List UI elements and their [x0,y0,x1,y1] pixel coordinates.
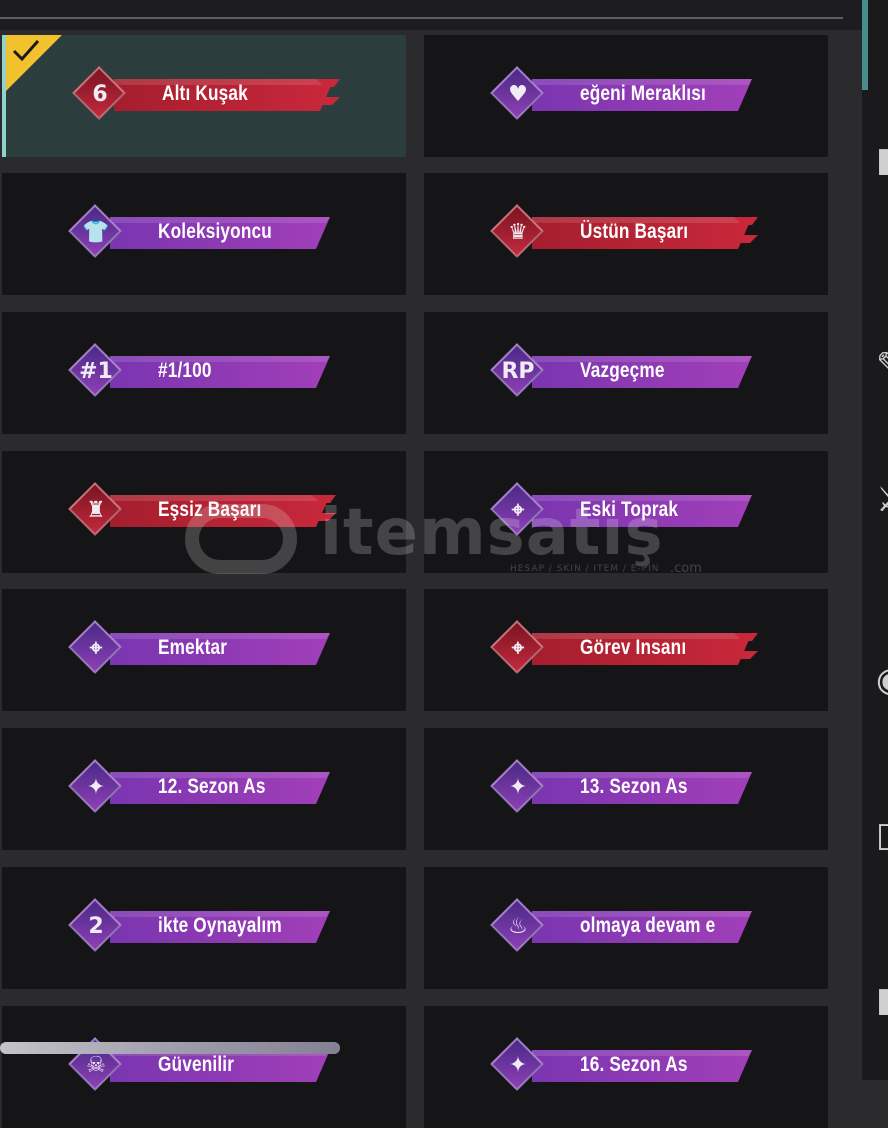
rp-wings-icon: RP [501,358,535,384]
top-divider [0,17,843,19]
title-label: Altı Kuşak [162,82,248,105]
title-badge: ⌖ Emektar [68,620,342,674]
selected-checkmark-icon [6,35,62,91]
flexing-figure-icon: ♜ [86,497,106,523]
title-badge: ♨ olmaya devam e [490,898,764,952]
side-tab-icon[interactable]: ▮ [876,140,888,180]
title-card[interactable]: 👕 Koleksiyoncu [2,173,406,295]
title-badge: ♜ Eşsiz Başarı [68,482,342,536]
title-badge: ✦ 16. Sezon As [490,1037,764,1091]
title-card[interactable]: ⌖ Eski Toprak [424,451,828,573]
title-label: Güvenilir [158,1053,235,1076]
ace-wings-icon: ✦ [86,774,106,800]
title-card[interactable]: ♨ olmaya devam e [424,867,828,989]
title-card[interactable]: 2 ikte Oynayalım [2,867,406,989]
side-tab-icon[interactable]: ✎ [876,345,888,385]
title-card[interactable]: ♥ eğeni Meraklısı [424,35,828,157]
title-badge: ⌖ Görev Insanı [490,620,764,674]
title-card[interactable]: ⌖ Emektar [2,589,406,711]
title-card[interactable]: ✦ 13. Sezon As [424,728,828,850]
hearts-icon: ♥ [508,81,528,107]
title-badge: 2 ikte Oynayalım [68,898,342,952]
title-card[interactable]: 6 Altı Kuşak [2,35,406,157]
side-tab-icon[interactable]: ◉ [876,660,888,700]
title-label: 13. Sezon As [580,775,688,798]
title-badge: #1 #1/100 [68,343,342,397]
side-tab-icon[interactable]: ▯ [876,815,888,855]
strong-figure-icon: ♛ [508,219,528,245]
title-label: Eski Toprak [580,498,679,521]
title-label: Koleksiyoncu [158,220,272,243]
title-card[interactable]: RP Vazgeçme [424,312,828,434]
outfit-icon: 👕 [82,219,110,245]
number-six-trophy-icon: 6 [92,81,108,107]
crosshair-gun-icon: ⌖ [89,635,103,661]
side-tab-active-indicator [862,0,868,90]
title-ribbon [110,356,330,388]
title-badge: ⌖ Eski Toprak [490,482,764,536]
title-label: Üstün Başarı [580,220,689,243]
title-label: Görev Insanı [580,636,687,659]
top-bar [0,0,888,30]
title-badge: 6 Altı Kuşak [72,66,346,120]
title-card[interactable]: #1 #1/100 [2,312,406,434]
title-card[interactable]: ♜ Eşsiz Başarı [2,451,406,573]
title-badge: ♛ Üstün Başarı [490,204,764,258]
title-label: 12. Sezon As [158,775,266,798]
horizontal-scrollbar-thumb[interactable] [0,1042,340,1054]
title-label: Eşsiz Başarı [158,498,262,521]
title-card[interactable]: ⌖ Görev Insanı [424,589,828,711]
ace-wings-icon: ✦ [508,774,528,800]
cake-icon: ♨ [508,913,528,939]
number-one-icon: #1 [79,358,113,384]
side-tab-icon[interactable]: ▮ [876,980,888,1020]
title-label: olmaya devam e [580,914,716,937]
crosshair-gun-icon: ⌖ [511,497,525,523]
title-label: ikte Oynayalım [158,914,282,937]
title-card[interactable]: ✦ 16. Sezon As [424,1006,828,1128]
title-label: Emektar [158,636,228,659]
title-label: Vazgeçme [580,359,665,382]
title-badge: ♥ eğeni Meraklısı [490,66,764,120]
crosshair-gun-icon: ⌖ [511,635,525,661]
title-label: eğeni Meraklısı [580,82,706,105]
title-label: 16. Sezon As [580,1053,688,1076]
title-badge: ✦ 13. Sezon As [490,759,764,813]
number-two-icon: 2 [88,913,104,939]
title-badge: 👕 Koleksiyoncu [68,204,342,258]
title-card[interactable]: ☠ Güvenilir [2,1006,406,1128]
title-badge: RP Vazgeçme [490,343,764,397]
title-label: #1/100 [158,359,212,382]
title-card[interactable]: ♛ Üstün Başarı [424,173,828,295]
title-card[interactable]: ✦ 12. Sezon As [2,728,406,850]
side-tab-icon[interactable]: ⚔ [876,480,888,520]
title-badge: ✦ 12. Sezon As [68,759,342,813]
